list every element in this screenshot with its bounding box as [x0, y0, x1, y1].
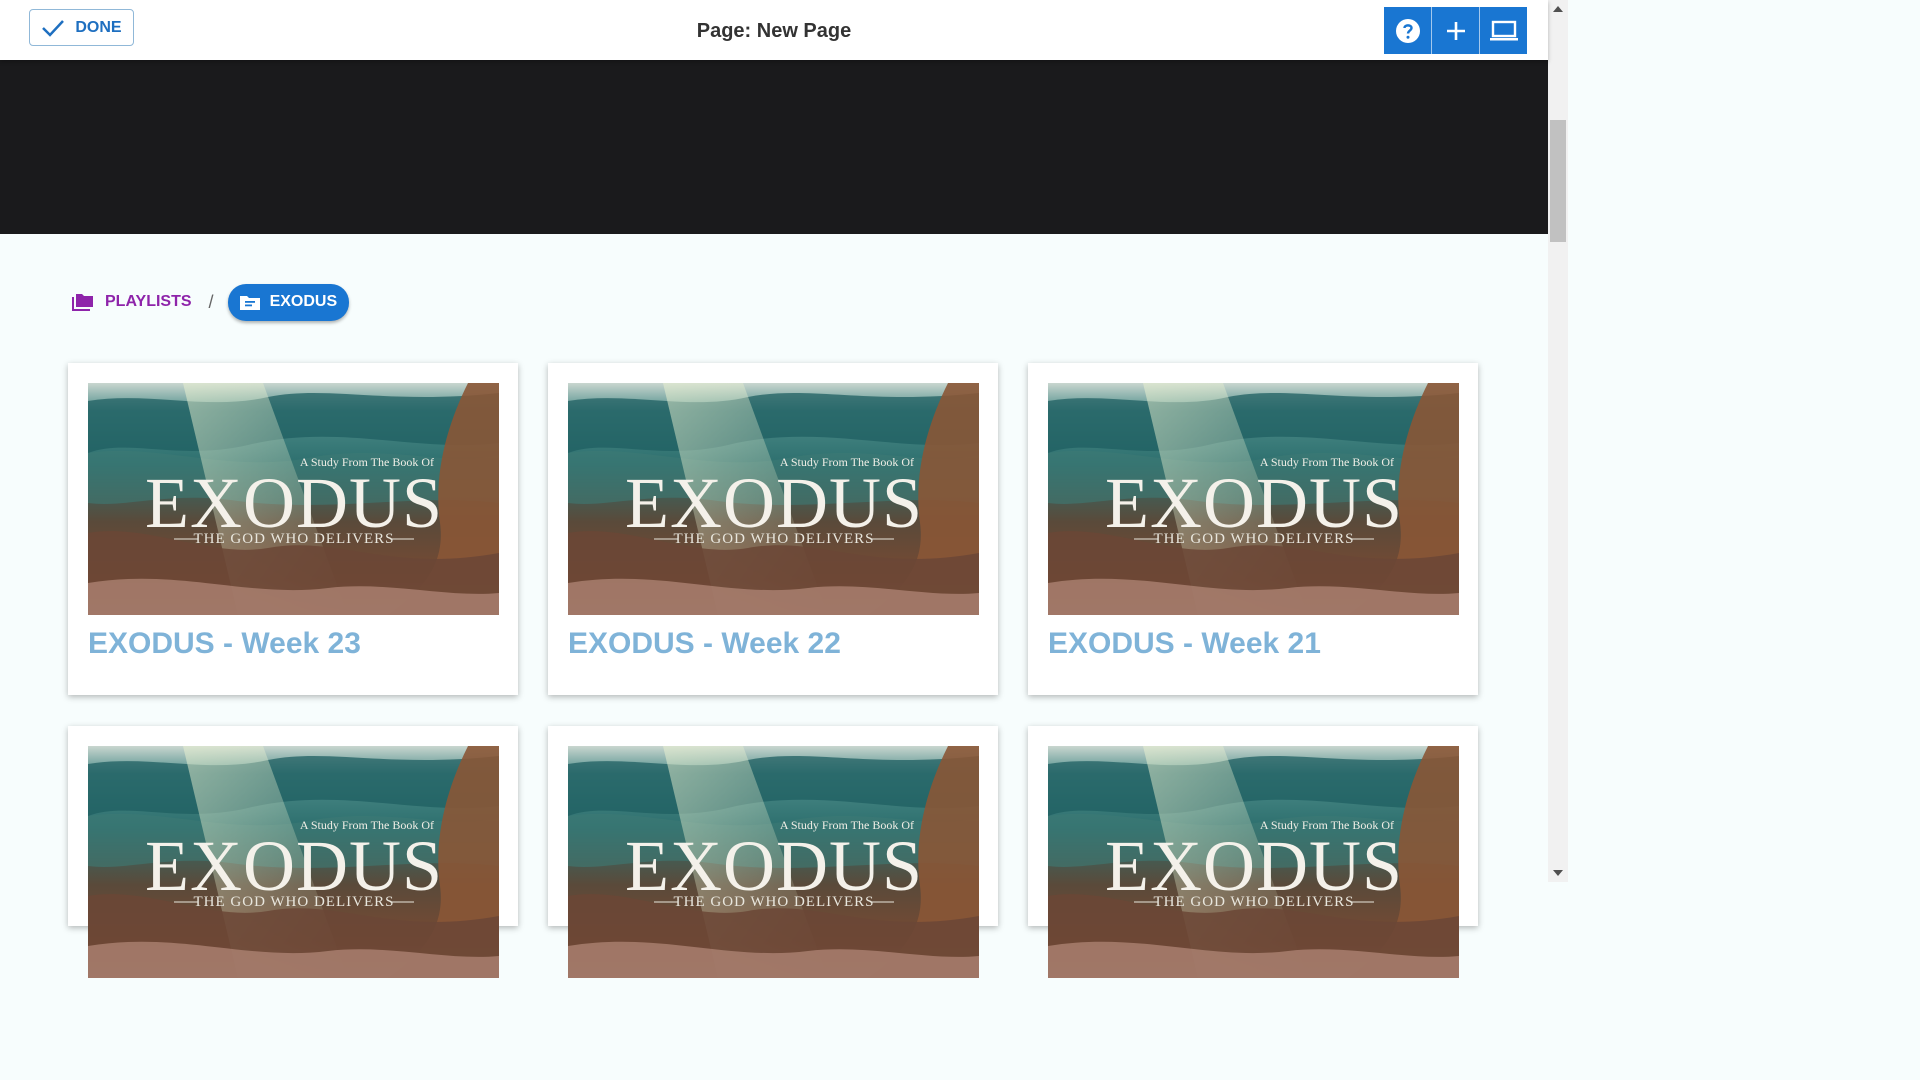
- folders-icon: [72, 294, 93, 311]
- page-title: Page: New Page: [696, 20, 852, 42]
- exodus-artwork: A Study From The Book Of EXODUS THE GOD …: [568, 746, 979, 978]
- video-thumbnail[interactable]: A Study From The Book Of EXODUS THE GOD …: [568, 383, 979, 615]
- add-icon: [1446, 21, 1465, 40]
- video-thumbnail[interactable]: A Study From The Book Of EXODUS THE GOD …: [1048, 383, 1459, 615]
- add-button[interactable]: [1432, 7, 1480, 54]
- folder-list-icon: [239, 296, 260, 310]
- help-button[interactable]: [1384, 7, 1432, 54]
- exodus-artwork: A Study From The Book Of EXODUS THE GOD …: [1048, 746, 1459, 978]
- playlists-label: PLAYLISTS: [105, 293, 192, 310]
- artwork-tagline: THE GOD WHO DELIVERS: [1154, 531, 1355, 547]
- video-thumbnail[interactable]: A Study From The Book Of EXODUS THE GOD …: [1048, 746, 1459, 978]
- video-card[interactable]: A Study From The Book Of EXODUS THE GOD …: [548, 363, 998, 695]
- help-icon: [1395, 18, 1420, 43]
- preview-button[interactable]: [1480, 7, 1527, 54]
- laptop-icon: [1489, 20, 1518, 40]
- video-card[interactable]: A Study From The Book Of EXODUS THE GOD …: [68, 726, 518, 978]
- artwork-tagline: THE GOD WHO DELIVERS: [674, 894, 875, 910]
- hero-banner: [0, 60, 1548, 234]
- video-title[interactable]: EXODUS - Week 22: [568, 627, 841, 661]
- video-thumbnail[interactable]: A Study From The Book Of EXODUS THE GOD …: [88, 746, 499, 978]
- breadcrumb-current[interactable]: EXODUS: [227, 283, 350, 321]
- breadcrumb-separator: /: [208, 291, 214, 312]
- artwork-tagline: THE GOD WHO DELIVERS: [194, 531, 395, 547]
- scrollbar[interactable]: [1548, 0, 1568, 882]
- breadcrumb: PLAYLISTS / EXODUS: [72, 283, 350, 321]
- video-thumbnail[interactable]: A Study From The Book Of EXODUS THE GOD …: [568, 746, 979, 978]
- video-card[interactable]: A Study From The Book Of EXODUS THE GOD …: [548, 726, 998, 978]
- artwork-tagline: THE GOD WHO DELIVERS: [194, 894, 395, 910]
- top-toolbar: DONE Page: New Page: [0, 0, 1548, 60]
- artwork-tagline: THE GOD WHO DELIVERS: [1154, 894, 1355, 910]
- video-title[interactable]: EXODUS - Week 23: [88, 627, 361, 661]
- video-card[interactable]: A Study From The Book Of EXODUS THE GOD …: [68, 363, 518, 695]
- video-thumbnail[interactable]: A Study From The Book Of EXODUS THE GOD …: [88, 383, 499, 615]
- toolbar-actions: [1384, 7, 1527, 54]
- video-card[interactable]: A Study From The Book Of EXODUS THE GOD …: [1028, 726, 1478, 978]
- exodus-artwork: A Study From The Book Of EXODUS THE GOD …: [88, 746, 499, 978]
- breadcrumb-playlists[interactable]: PLAYLISTS: [72, 293, 192, 311]
- scroll-thumb[interactable]: [1550, 120, 1566, 242]
- video-title[interactable]: EXODUS - Week 21: [1048, 627, 1321, 661]
- scroll-up-arrow[interactable]: [1553, 6, 1563, 12]
- exodus-artwork: A Study From The Book Of EXODUS THE GOD …: [88, 383, 499, 615]
- scroll-down-arrow[interactable]: [1553, 870, 1563, 876]
- current-label: EXODUS: [269, 293, 338, 310]
- exodus-artwork: A Study From The Book Of EXODUS THE GOD …: [1048, 383, 1459, 615]
- exodus-artwork: A Study From The Book Of EXODUS THE GOD …: [568, 383, 979, 615]
- video-card[interactable]: A Study From The Book Of EXODUS THE GOD …: [1028, 363, 1478, 695]
- artwork-tagline: THE GOD WHO DELIVERS: [674, 531, 875, 547]
